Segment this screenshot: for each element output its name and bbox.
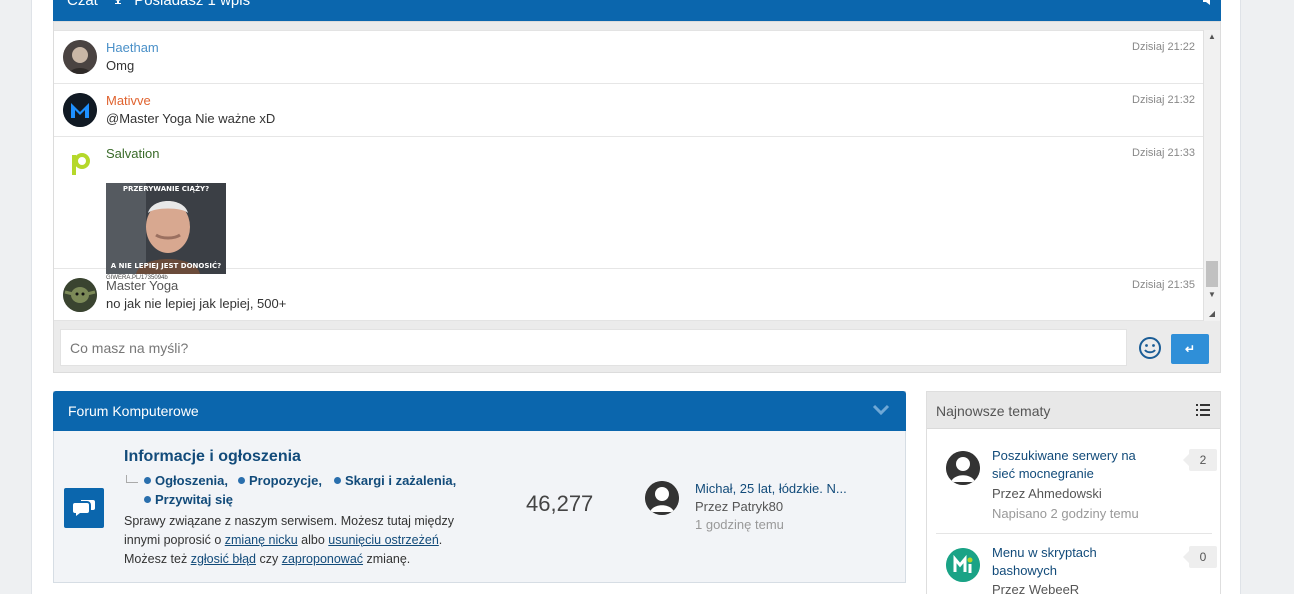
- chat-status: Posiadasz 1 wpis: [134, 0, 251, 9]
- newest-topics-header: Najnowsze tematy: [927, 392, 1220, 429]
- message-text: @Master Yoga Nie ważne xD: [106, 111, 276, 126]
- newest-topics-title: Najnowsze tematy: [936, 403, 1051, 419]
- post-count: 46,277: [526, 491, 594, 516]
- forum-title[interactable]: Informacje i ogłoszenia: [124, 448, 301, 466]
- remove-warnings-link[interactable]: usunięciu ostrzeżeń: [328, 533, 438, 547]
- page: Czat Posiadasz 1 wpis Haetham Omg Dzisia…: [31, 0, 1241, 594]
- chat-message: Mativve @Master Yoga Nie ważne xD Dzisia…: [54, 84, 1203, 137]
- avatar[interactable]: [63, 146, 97, 180]
- change-nick-link[interactable]: zmianę nicku: [225, 533, 298, 547]
- scroll-down-icon[interactable]: ▼: [1204, 288, 1220, 302]
- last-post-author[interactable]: Przez Patryk80: [695, 499, 783, 514]
- message-author[interactable]: Haetham: [106, 40, 159, 55]
- report-bug-link[interactable]: zgłosić błąd: [191, 552, 256, 566]
- message-author[interactable]: Master Yoga: [106, 278, 178, 293]
- last-post-title[interactable]: Michał, 25 lat, łódzkie. N...: [695, 481, 847, 496]
- chat-message: Master Yoga no jak nie lepiej jak lepiej…: [54, 269, 1203, 320]
- newest-topics-widget: Najnowsze tematy Poszukiwane serwery na …: [926, 391, 1221, 594]
- topic-title[interactable]: Menu w skryptach bashowych: [992, 544, 1152, 580]
- message-time: Dzisiaj 21:33: [1132, 147, 1195, 159]
- speaker-icon[interactable]: [1203, 0, 1213, 8]
- chevron-down-icon[interactable]: [872, 403, 890, 417]
- divider: [936, 533, 1212, 534]
- chat-message: Haetham Omg Dzisiaj 21:22: [54, 31, 1203, 84]
- topic-time: Napisano 2 godziny temu: [992, 506, 1139, 521]
- message-author[interactable]: Mativve: [106, 93, 151, 108]
- avatar[interactable]: [63, 278, 97, 312]
- message-author[interactable]: Salvation: [106, 146, 159, 161]
- scrollbar-thumb[interactable]: [1206, 261, 1218, 287]
- reply-count-badge: 0: [1183, 546, 1217, 568]
- meme-top-text: PRZERYWANIE CIĄŻY?: [122, 185, 210, 193]
- avatar[interactable]: [645, 481, 679, 515]
- subforum-link[interactable]: Skargi i zażalenia,: [334, 473, 456, 488]
- chat-title: Czat: [67, 0, 98, 9]
- forum-header[interactable]: Forum Komputerowe: [53, 391, 906, 431]
- message-time: Dzisiaj 21:32: [1132, 94, 1195, 106]
- send-button[interactable]: ↵: [1171, 334, 1209, 364]
- forum-comments-icon[interactable]: [64, 488, 104, 528]
- chat-header: Czat Posiadasz 1 wpis: [53, 0, 1221, 21]
- propose-link[interactable]: zaproponować: [282, 552, 363, 566]
- avatar[interactable]: [946, 451, 980, 485]
- chat-header-title-row: Czat Posiadasz 1 wpis: [67, 0, 250, 9]
- avatar[interactable]: [63, 93, 97, 127]
- avatar[interactable]: [946, 548, 980, 582]
- last-post-time: 1 godzinę temu: [695, 517, 784, 532]
- avatar[interactable]: [63, 40, 97, 74]
- message-time: Dzisiaj 21:35: [1132, 279, 1195, 291]
- list-icon[interactable]: [1196, 404, 1210, 416]
- scroll-up-icon[interactable]: ▲: [1204, 30, 1220, 44]
- emoji-icon[interactable]: [1138, 336, 1162, 360]
- chat-box: Haetham Omg Dzisiaj 21:22 Mativve @Maste…: [53, 21, 1221, 373]
- resize-handle-icon[interactable]: ◢: [1204, 307, 1220, 321]
- chat-message: Salvation PRZERYWANIE CIĄŻY? A NIE LEPIE…: [54, 137, 1203, 281]
- message-time: Dzisiaj 21:22: [1132, 41, 1195, 53]
- message-text: Omg: [106, 58, 135, 73]
- topic-author[interactable]: Przez WebeeR: [992, 582, 1079, 594]
- forum-description: Sprawy związane z naszym serwisem. Możes…: [124, 514, 454, 566]
- topic-author[interactable]: Przez Ahmedowski: [992, 486, 1102, 501]
- topic-title[interactable]: Poszukiwane serwery na sieć mocnegranie: [992, 447, 1152, 483]
- chat-scrollbar[interactable]: ▲ ▼ ◢: [1203, 30, 1220, 321]
- reply-count-badge: 2: [1183, 449, 1217, 471]
- subforum-tree-line: [126, 475, 138, 483]
- message-image[interactable]: PRZERYWANIE CIĄŻY? A NIE LEPIEJ JEST DON…: [106, 183, 226, 274]
- subforum-link[interactable]: Ogłoszenia,: [144, 473, 228, 488]
- subforum-link[interactable]: Przywitaj się: [144, 492, 233, 507]
- forum-category: Forum Komputerowe Informacje i ogłoszeni…: [53, 391, 906, 583]
- message-text: no jak nie lepiej jak lepiej, 500+: [106, 296, 287, 311]
- chat-message-list[interactable]: Haetham Omg Dzisiaj 21:22 Mativve @Maste…: [54, 30, 1203, 321]
- subforum-link[interactable]: Propozycje,: [238, 473, 322, 488]
- trophy-icon: [112, 0, 124, 9]
- chat-input[interactable]: [60, 329, 1127, 366]
- forum-category-title[interactable]: Forum Komputerowe: [68, 403, 199, 419]
